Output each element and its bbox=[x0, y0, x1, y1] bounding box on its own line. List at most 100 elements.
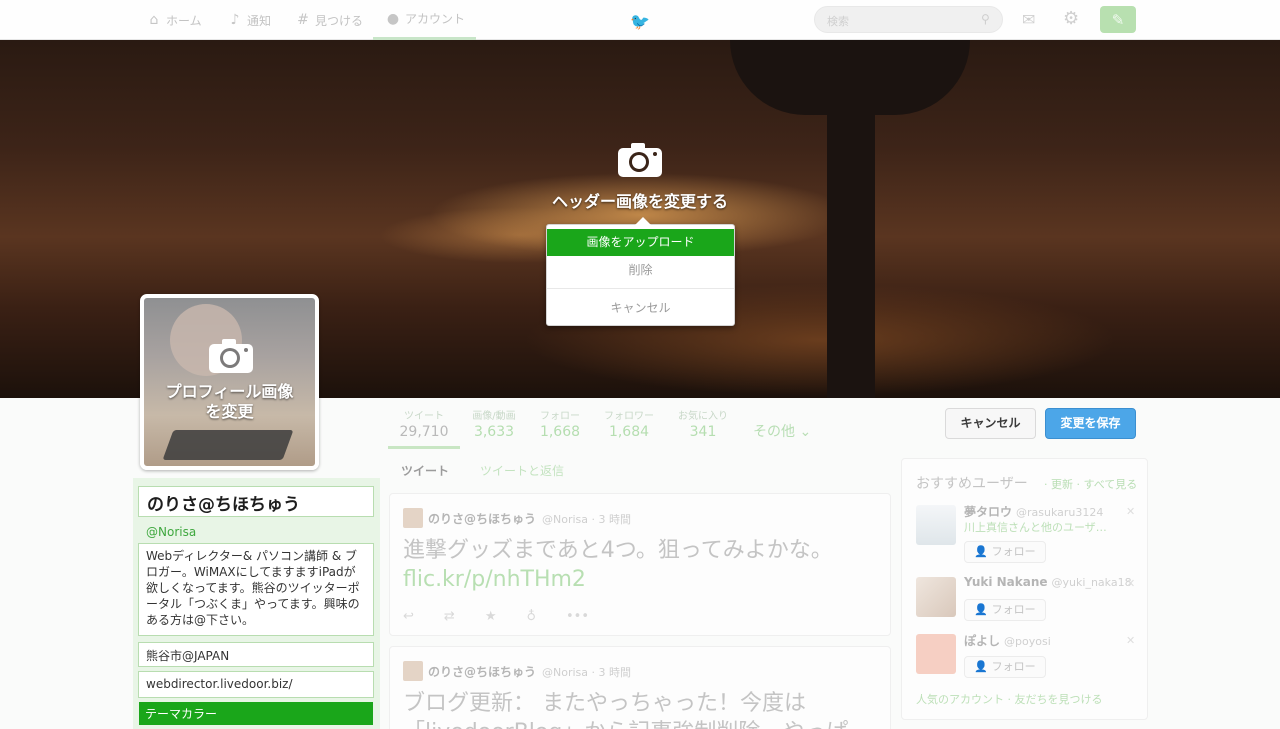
tab-tweets[interactable]: ツイート bbox=[401, 462, 449, 479]
stat-label: お気に入り bbox=[678, 411, 728, 422]
stat-tweets[interactable]: ツイート 29,710 bbox=[398, 407, 450, 440]
change-avatar-line2: を変更 bbox=[205, 402, 254, 421]
stat-label: ツイート bbox=[404, 411, 444, 422]
recommended-users-footer[interactable]: 人気のアカウント · 友だちを見つける bbox=[916, 691, 1103, 707]
user-name[interactable]: ぽよし @poyosi bbox=[964, 632, 1051, 649]
pocket-icon[interactable]: ♁ bbox=[526, 609, 536, 624]
direct-message-icon[interactable]: ✉ bbox=[1022, 10, 1035, 29]
tweet-actions: ↩ ⇄ ★ ♁ ••• bbox=[403, 609, 603, 624]
nav-account[interactable]: ● アカウント bbox=[373, 0, 476, 40]
gear-icon[interactable]: ⚙ bbox=[1063, 8, 1079, 29]
user-icon: ● bbox=[386, 10, 400, 27]
avatar[interactable] bbox=[403, 508, 423, 528]
nav-home-label: ホーム bbox=[166, 13, 202, 28]
retweet-icon[interactable]: ⇄ bbox=[444, 609, 455, 624]
avatar[interactable] bbox=[916, 577, 956, 617]
change-avatar-label: プロフィール画像 を変更 bbox=[144, 382, 315, 422]
website-field[interactable]: webdirector.livedoor.biz/ bbox=[138, 671, 374, 698]
stat-value: 3,633 bbox=[473, 424, 515, 440]
user-display-name: Yuki Nakane bbox=[964, 575, 1048, 589]
cancel-menu-item[interactable]: キャンセル bbox=[547, 295, 734, 321]
more-icon[interactable]: ••• bbox=[566, 609, 589, 624]
recommended-users-links[interactable]: · 更新 · すべて見る bbox=[1044, 476, 1137, 492]
recommended-user: 夢タロウ @rasukaru3124 川上真信さんと他のユーザ… 👤 フォロー ✕ bbox=[916, 503, 1138, 563]
active-stat-indicator bbox=[388, 446, 460, 449]
profile-avatar[interactable]: プロフィール画像 を変更 bbox=[140, 294, 319, 470]
stat-label: フォロワー bbox=[604, 411, 654, 422]
stat-value: 341 bbox=[689, 424, 717, 440]
user-handle: @rasukaru3124 bbox=[1016, 506, 1104, 519]
recommended-user: Yuki Nakane @yuki_naka18 👤 フォロー ✕ bbox=[916, 575, 1138, 630]
search-input[interactable]: 検索 bbox=[814, 6, 1003, 33]
stat-label: フォロー bbox=[540, 411, 580, 422]
recommended-users-panel: おすすめユーザー · 更新 · すべて見る 夢タロウ @rasukaru3124 … bbox=[901, 458, 1148, 720]
stat-value: 29,710 bbox=[399, 424, 449, 440]
tweet-text: 進撃グッズまであと4つ。狙ってみよかな。 flic.kr/p/nhTHm2 bbox=[403, 536, 883, 594]
tweet-author[interactable]: のりさ@ちほちゅう bbox=[428, 663, 536, 680]
camera-icon bbox=[618, 143, 662, 177]
follow-user-icon: 👤 bbox=[974, 660, 989, 673]
home-icon: ⌂ bbox=[149, 12, 159, 28]
tweet-meta: @Norisa · 3 時間 bbox=[542, 666, 631, 679]
follow-label: フォロー bbox=[991, 545, 1036, 558]
bell-icon: ♪ bbox=[230, 12, 240, 28]
name-field[interactable]: のりさ@ちほちゅう bbox=[138, 486, 374, 517]
twitter-bird-icon: 🐦 bbox=[630, 12, 650, 31]
compose-tweet-button[interactable]: ✎ bbox=[1100, 6, 1136, 33]
profile-handle: @Norisa bbox=[146, 525, 197, 539]
follow-button[interactable]: 👤 フォロー bbox=[964, 599, 1046, 621]
menu-divider bbox=[547, 288, 734, 289]
tweet-body: 進撃グッズまであと4つ。狙ってみよかな。 bbox=[403, 538, 833, 563]
more-dropdown[interactable]: その他 ⌄ bbox=[753, 421, 811, 441]
save-changes-button[interactable]: 変更を保存 bbox=[1045, 408, 1136, 439]
stat-label: 画像/動画 bbox=[472, 411, 516, 422]
nav-account-label: アカウント bbox=[405, 12, 466, 26]
recommended-user: ぽよし @poyosi 👤 フォロー ✕ bbox=[916, 632, 1138, 687]
search-icon[interactable]: ⚲ bbox=[981, 12, 990, 26]
tweet-author[interactable]: のりさ@ちほちゅう bbox=[428, 510, 536, 527]
avatar[interactable] bbox=[916, 634, 956, 674]
follow-user-icon: 👤 bbox=[974, 603, 989, 616]
avatar[interactable] bbox=[403, 661, 423, 681]
cancel-button[interactable]: キャンセル bbox=[945, 408, 1036, 439]
user-name[interactable]: 夢タロウ @rasukaru3124 bbox=[964, 503, 1103, 520]
nav-notifications[interactable]: ♪ 通知 bbox=[227, 0, 271, 40]
follow-user-icon: 👤 bbox=[974, 545, 989, 558]
camera-icon bbox=[209, 339, 253, 373]
user-display-name: ぽよし bbox=[964, 634, 1001, 648]
nav-discover-label: 見つける bbox=[315, 13, 364, 28]
header-image-menu: 画像をアップロード 削除 キャンセル bbox=[546, 217, 735, 326]
change-header-label[interactable]: ヘッダー画像を変更する bbox=[540, 188, 740, 212]
delete-menu-item[interactable]: 削除 bbox=[547, 257, 734, 283]
follow-label: フォロー bbox=[991, 603, 1036, 616]
tweet-text: ブログ更新： またやっちゃった！今度は「livedoorBlog」から記事強制削… bbox=[403, 691, 848, 729]
favorite-icon[interactable]: ★ bbox=[485, 609, 497, 624]
nav-home[interactable]: ⌂ ホーム bbox=[146, 0, 202, 40]
close-icon[interactable]: ✕ bbox=[1126, 505, 1135, 518]
stat-followers[interactable]: フォロワー 1,684 bbox=[600, 407, 658, 440]
more-label: その他 bbox=[753, 424, 795, 440]
stat-following[interactable]: フォロー 1,668 bbox=[534, 407, 586, 440]
theme-color-button[interactable]: テーマカラー bbox=[139, 702, 373, 725]
tweet-link[interactable]: flic.kr/p/nhTHm2 bbox=[403, 565, 883, 594]
change-avatar-line1: プロフィール画像 bbox=[165, 382, 294, 401]
tweet-card[interactable]: のりさ@ちほちゅう @Norisa · 3 時間 進撃グッズまであと4つ。狙って… bbox=[389, 493, 891, 636]
reply-icon[interactable]: ↩ bbox=[403, 609, 414, 624]
tab-tweets-and-replies[interactable]: ツイートと返信 bbox=[480, 462, 564, 479]
follow-button[interactable]: 👤 フォロー bbox=[964, 656, 1046, 678]
upload-image-menu-item[interactable]: 画像をアップロード bbox=[547, 229, 734, 256]
bio-field[interactable]: Webディレクター& パソコン講師 & ブロガー。WiMAXにしてますますiPa… bbox=[138, 543, 374, 636]
tweet-card[interactable]: のりさ@ちほちゅう @Norisa · 3 時間 ブログ更新： またやっちゃった… bbox=[389, 646, 891, 729]
follow-button[interactable]: 👤 フォロー bbox=[964, 541, 1046, 563]
follow-label: フォロー bbox=[991, 660, 1036, 673]
close-icon[interactable]: ✕ bbox=[1126, 577, 1135, 590]
stat-media[interactable]: 画像/動画 3,633 bbox=[468, 407, 520, 440]
user-name[interactable]: Yuki Nakane @yuki_naka18 bbox=[964, 575, 1132, 589]
user-handle: @yuki_naka18 bbox=[1051, 576, 1132, 589]
stat-favorites[interactable]: お気に入り 341 bbox=[675, 407, 731, 440]
close-icon[interactable]: ✕ bbox=[1126, 634, 1135, 647]
user-display-name: 夢タロウ bbox=[964, 505, 1013, 519]
location-field[interactable]: 熊谷市@JAPAN bbox=[138, 642, 374, 667]
avatar[interactable] bbox=[916, 505, 956, 545]
nav-discover[interactable]: # 見つける bbox=[295, 0, 363, 40]
